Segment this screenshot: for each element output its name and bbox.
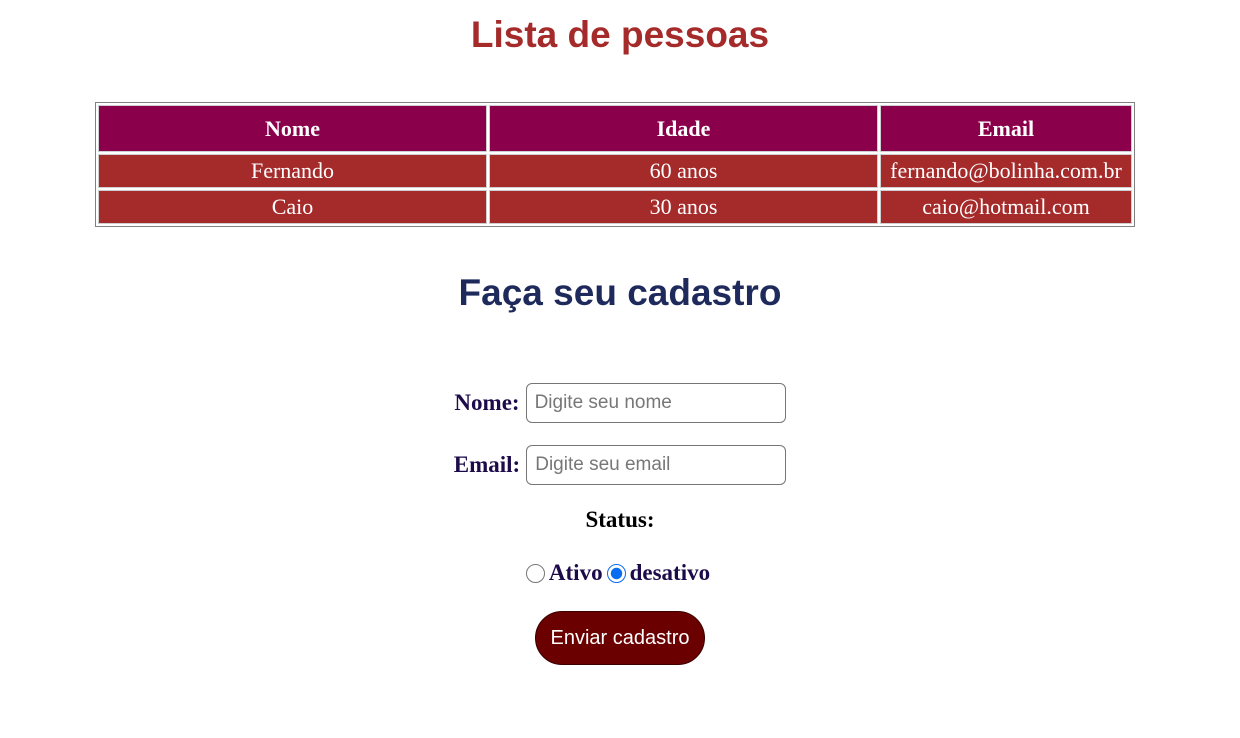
header-email: Email — [880, 105, 1132, 152]
email-input[interactable] — [526, 445, 787, 485]
header-idade: Idade — [489, 105, 878, 152]
header-nome: Nome — [98, 105, 487, 152]
list-title: Lista de pessoas — [470, 14, 770, 55]
table-row: Caio 30 anos caio@hotmail.com — [98, 190, 1132, 224]
email-row: Email: — [0, 445, 1240, 485]
form-title: Faça seu cadastro — [458, 272, 782, 313]
cell-idade: 60 anos — [489, 154, 878, 188]
cell-nome: Fernando — [98, 154, 487, 188]
table-row: Fernando 60 anos fernando@bolinha.com.br — [98, 154, 1132, 188]
radio-desativo[interactable] — [606, 563, 626, 583]
people-table: Nome Idade Email Fernando 60 anos fernan… — [95, 102, 1135, 227]
nome-row: Nome: — [0, 383, 1240, 423]
cell-idade: 30 anos — [489, 190, 878, 224]
nome-input[interactable] — [525, 383, 786, 423]
cell-email: fernando@bolinha.com.br — [880, 154, 1132, 188]
email-label: Email: — [453, 452, 521, 477]
table-header-row: Nome Idade Email — [98, 105, 1132, 152]
cell-email: caio@hotmail.com — [880, 190, 1132, 224]
status-label: Status: — [585, 507, 655, 532]
cell-nome: Caio — [98, 190, 487, 224]
submit-button[interactable]: Enviar cadastro — [535, 611, 705, 665]
nome-label: Nome: — [454, 390, 520, 415]
status-radio-group: Ativo desativo — [0, 560, 1240, 586]
radio-desativo-label[interactable]: desativo — [630, 560, 711, 586]
people-table-container: Nome Idade Email Fernando 60 anos fernan… — [95, 102, 1135, 227]
radio-ativo[interactable] — [525, 563, 545, 583]
radio-ativo-label[interactable]: Ativo — [549, 560, 603, 586]
